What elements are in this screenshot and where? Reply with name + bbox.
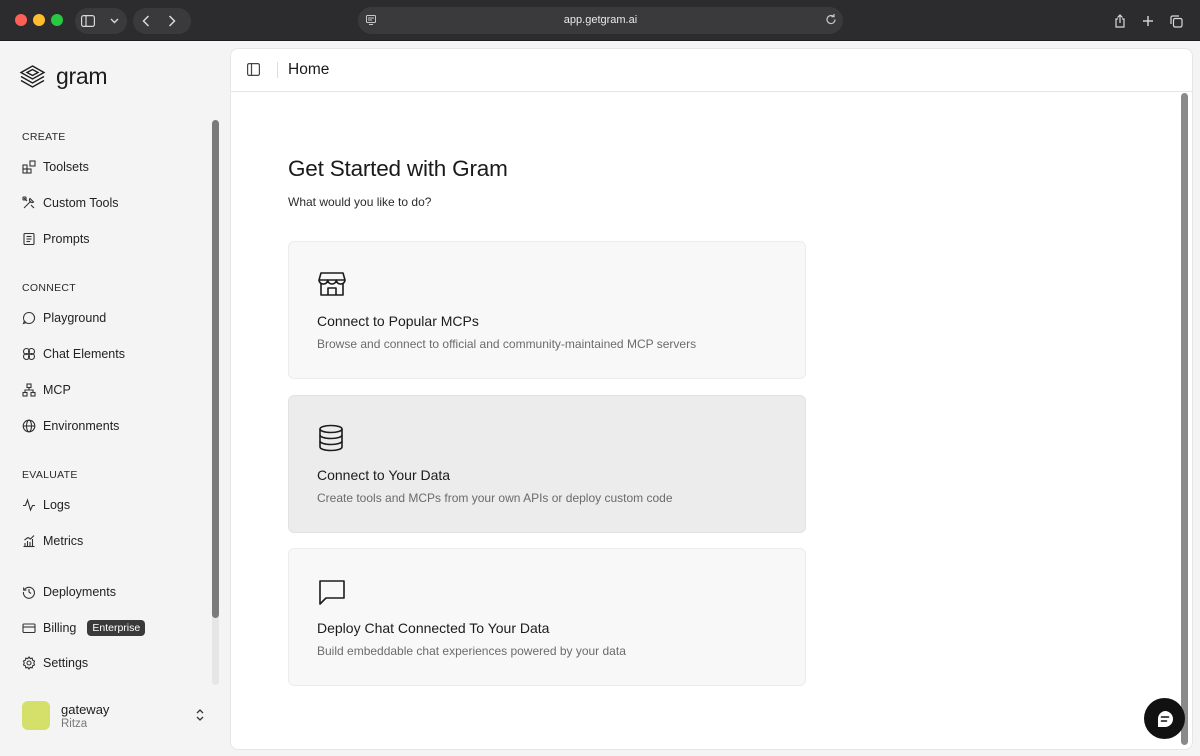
enterprise-badge: Enterprise [87, 620, 146, 636]
brand-name: gram [56, 63, 108, 89]
sidebar-item-label: MCP [43, 383, 71, 397]
minimize-window-button[interactable] [33, 14, 45, 26]
credit-card-icon [22, 623, 36, 634]
chevrons-up-down-icon[interactable] [194, 708, 206, 727]
section-label-connect: CONNECT [22, 282, 77, 294]
page-header: Home [231, 49, 1192, 92]
org-name: gateway [61, 701, 110, 717]
card-description: Build embeddable chat experiences powere… [317, 644, 626, 658]
card-connect-your-data[interactable]: Connect to Your Data Create tools and MC… [288, 395, 806, 533]
message-square-icon [317, 577, 347, 612]
sidebar-item-playground[interactable]: Playground [22, 306, 106, 330]
history-nav-group [133, 8, 191, 34]
sidebar-item-label: Metrics [43, 534, 84, 548]
forward-icon[interactable] [159, 8, 185, 34]
card-connect-popular-mcps[interactable]: Connect to Popular MCPs Browse and conne… [288, 241, 806, 379]
get-started-subtitle: What would you like to do? [288, 195, 432, 209]
close-window-button[interactable] [15, 14, 27, 26]
back-icon[interactable] [133, 8, 159, 34]
network-icon [22, 383, 36, 397]
sidebar-item-label: Deployments [43, 585, 116, 599]
main-scrollbar[interactable] [1181, 93, 1188, 745]
sidebar-item-prompts[interactable]: Prompts [22, 227, 90, 251]
prompts-icon [23, 232, 35, 246]
gear-icon [22, 656, 36, 670]
sidebar-item-label: Settings [43, 656, 89, 670]
section-label-evaluate: EVALUATE [22, 469, 78, 481]
card-description: Browse and connect to official and commu… [317, 337, 697, 351]
sidebar-item-logs[interactable]: Logs [22, 493, 70, 517]
chart-icon [23, 535, 35, 548]
sidebar-item-label: Billing [43, 621, 77, 635]
globe-icon [22, 419, 36, 433]
history-icon [22, 586, 35, 599]
header-divider [277, 62, 278, 78]
chevron-down-icon[interactable] [101, 8, 127, 34]
new-tab-icon[interactable] [1135, 8, 1161, 34]
chat-elements-icon [22, 347, 36, 361]
address-bar[interactable]: app.getgram.ai [358, 7, 843, 34]
browser-actions [1107, 8, 1189, 34]
sidebar-item-settings[interactable]: Settings [22, 651, 88, 675]
sidebar-toggle-group [75, 8, 127, 34]
main-panel: Home Get Started with Gram What would yo… [230, 48, 1193, 750]
tab-overview-icon[interactable] [1163, 8, 1189, 34]
toolsets-icon [22, 160, 36, 174]
gram-logo-icon [19, 65, 46, 88]
app-window: gram CREATE Toolsets Custom Tools Prompt… [0, 41, 1200, 756]
chat-bubble-icon [22, 311, 35, 325]
get-started-title: Get Started with Gram [288, 156, 508, 181]
sidebar-item-label: Playground [43, 311, 107, 325]
card-title: Connect to Popular MCPs [317, 313, 479, 329]
card-deploy-chat[interactable]: Deploy Chat Connected To Your Data Build… [288, 548, 806, 686]
sidebar-item-label: Toolsets [43, 160, 89, 174]
sidebar-item-label: Chat Elements [43, 347, 125, 361]
share-icon[interactable] [1107, 8, 1133, 34]
brand-logo[interactable]: gram [19, 63, 108, 90]
sidebar-item-chat-elements[interactable]: Chat Elements [22, 342, 125, 366]
chat-icon [1157, 710, 1173, 727]
sidebar: gram CREATE Toolsets Custom Tools Prompt… [0, 41, 222, 756]
section-label-create: CREATE [22, 131, 66, 143]
sidebar-item-label: Environments [43, 419, 120, 433]
browser-sidebar-icon[interactable] [75, 8, 101, 34]
sidebar-item-label: Logs [43, 498, 71, 512]
sidebar-item-mcp[interactable]: MCP [22, 378, 71, 402]
page-title: Home [288, 61, 330, 78]
reload-icon[interactable] [825, 13, 837, 31]
org-user: Ritza [61, 717, 88, 730]
tools-icon [22, 196, 35, 209]
browser-titlebar: app.getgram.ai [0, 0, 1200, 41]
store-icon [317, 270, 347, 303]
maximize-window-button[interactable] [51, 14, 63, 26]
sidebar-item-label: Prompts [43, 232, 90, 246]
card-title: Deploy Chat Connected To Your Data [317, 620, 550, 636]
sidebar-item-billing[interactable]: Billing Enterprise [22, 616, 146, 640]
activity-icon [23, 498, 35, 512]
sidebar-item-custom-tools[interactable]: Custom Tools [22, 191, 119, 215]
org-switcher[interactable]: gateway Ritza [22, 701, 109, 730]
chat-widget-button[interactable] [1144, 698, 1185, 739]
card-title: Connect to Your Data [317, 467, 451, 483]
sidebar-item-environments[interactable]: Environments [22, 414, 119, 438]
panel-toggle-icon[interactable] [247, 63, 261, 81]
url-text: app.getgram.ai [563, 14, 638, 26]
avatar [22, 701, 50, 730]
card-description: Create tools and MCPs from your own APIs… [317, 491, 673, 505]
sidebar-item-metrics[interactable]: Metrics [22, 529, 83, 553]
database-icon [317, 424, 345, 457]
sidebar-item-deployments[interactable]: Deployments [22, 580, 116, 604]
sidebar-scrollbar[interactable] [212, 120, 219, 618]
sidebar-item-label: Custom Tools [43, 196, 119, 210]
sidebar-item-toolsets[interactable]: Toolsets [22, 155, 89, 179]
